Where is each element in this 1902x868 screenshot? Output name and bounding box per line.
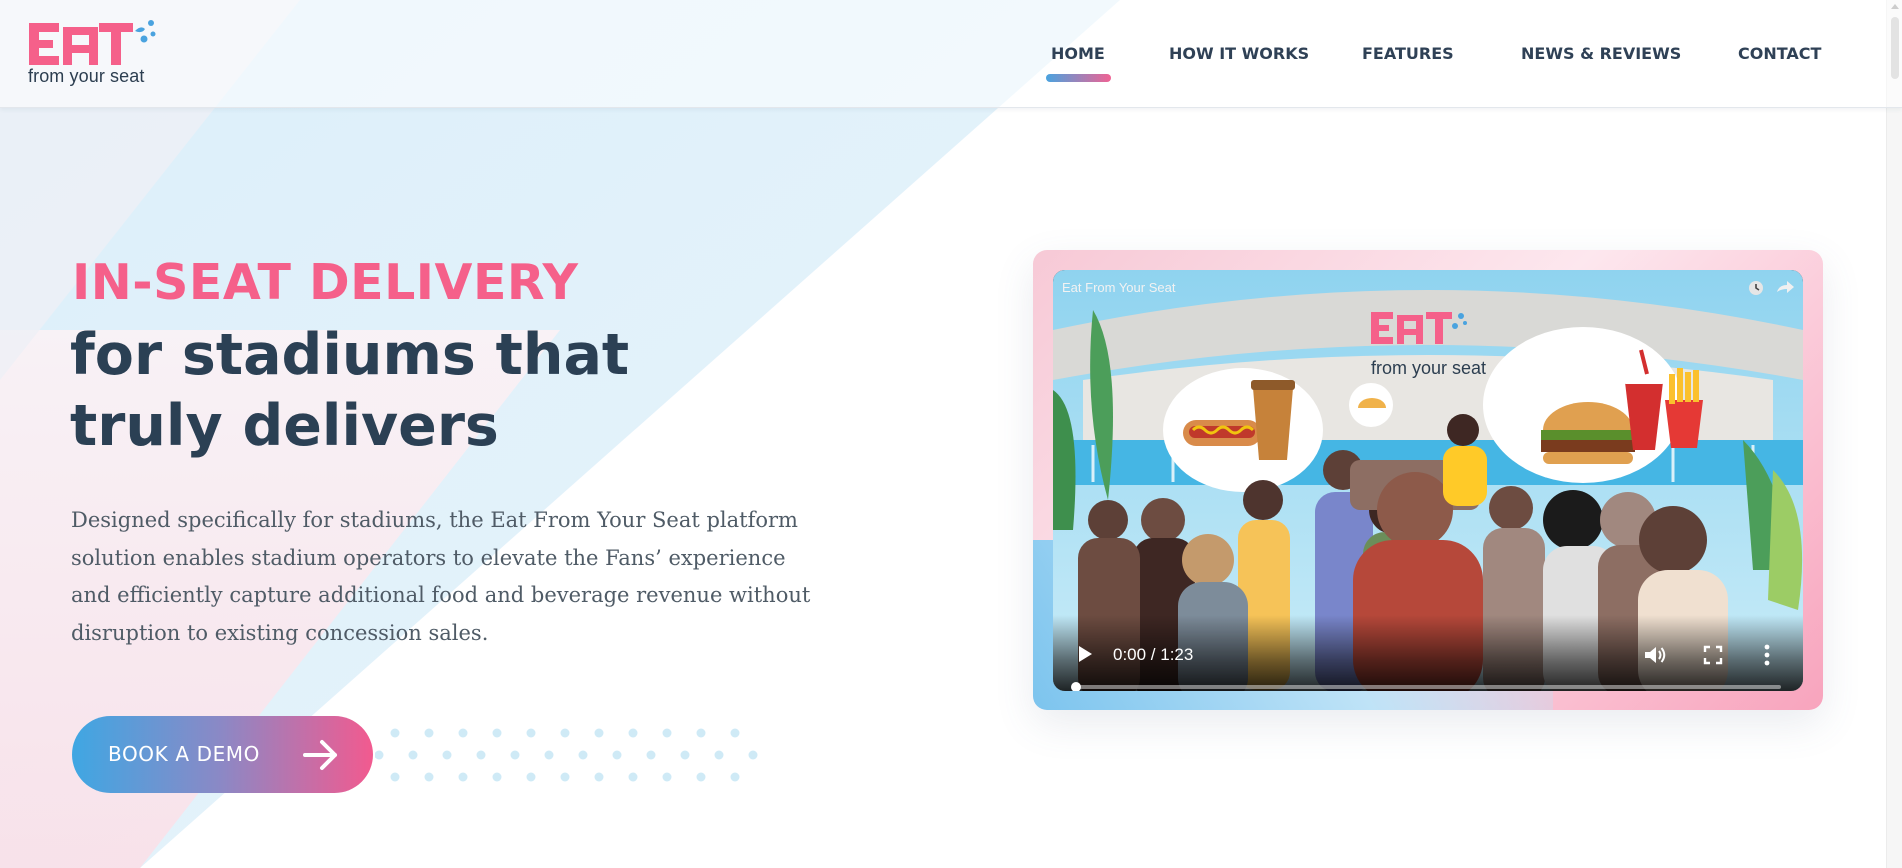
nav-item-how-it-works[interactable]: HOW IT WORKS — [1169, 44, 1309, 63]
book-demo-label: BOOK A DEMO — [108, 742, 261, 766]
decorative-dot-grid — [375, 728, 758, 782]
hero-description: Designed specifically for stadiums, the … — [71, 508, 811, 645]
fullscreen-icon[interactable] — [1703, 645, 1723, 665]
volume-icon[interactable] — [1643, 644, 1667, 666]
nav-item-contact[interactable]: CONTACT — [1738, 44, 1821, 63]
hero-title-line-2: truly delivers — [70, 393, 499, 459]
page-scrollbar[interactable] — [1886, 0, 1902, 868]
site-header: from your seat HOME HOW IT WORKS FEATURE… — [0, 0, 1902, 108]
eat-logo-mark — [29, 20, 156, 65]
video-logo-tagline: from your seat — [1371, 358, 1486, 378]
share-icon[interactable] — [1777, 281, 1794, 293]
more-vert-icon[interactable] — [1763, 644, 1771, 666]
hero-kicker: IN-SEAT DELIVERY — [72, 254, 579, 311]
clock-icon[interactable] — [1749, 281, 1763, 295]
video-progress-knob[interactable] — [1071, 682, 1081, 691]
video-top-actions — [1749, 281, 1794, 295]
promo-video-player[interactable]: from your seat Eat From Your Seat 0:00 /… — [1053, 270, 1803, 691]
hero-title: for stadiums that truly delivers — [70, 320, 770, 462]
video-title: Eat From Your Seat — [1062, 280, 1176, 295]
site-logo[interactable]: from your seat — [27, 17, 157, 89]
video-progress-bar[interactable] — [1071, 682, 1781, 691]
nav-item-features[interactable]: FEATURES — [1362, 44, 1454, 63]
video-time: 0:00 / 1:23 — [1113, 645, 1194, 664]
nav-item-home[interactable]: HOME — [1051, 44, 1105, 63]
logo-tagline: from your seat — [28, 66, 145, 86]
video-controls: 0:00 / 1:23 — [1053, 615, 1803, 691]
book-demo-button[interactable]: BOOK A DEMO — [72, 716, 373, 793]
arrow-right-icon — [303, 740, 337, 770]
nav-active-indicator — [1046, 74, 1111, 82]
nav-item-news-reviews[interactable]: NEWS & REVIEWS — [1521, 44, 1681, 63]
play-icon[interactable] — [1077, 645, 1093, 663]
hero-title-line-1: for stadiums that — [70, 322, 630, 388]
